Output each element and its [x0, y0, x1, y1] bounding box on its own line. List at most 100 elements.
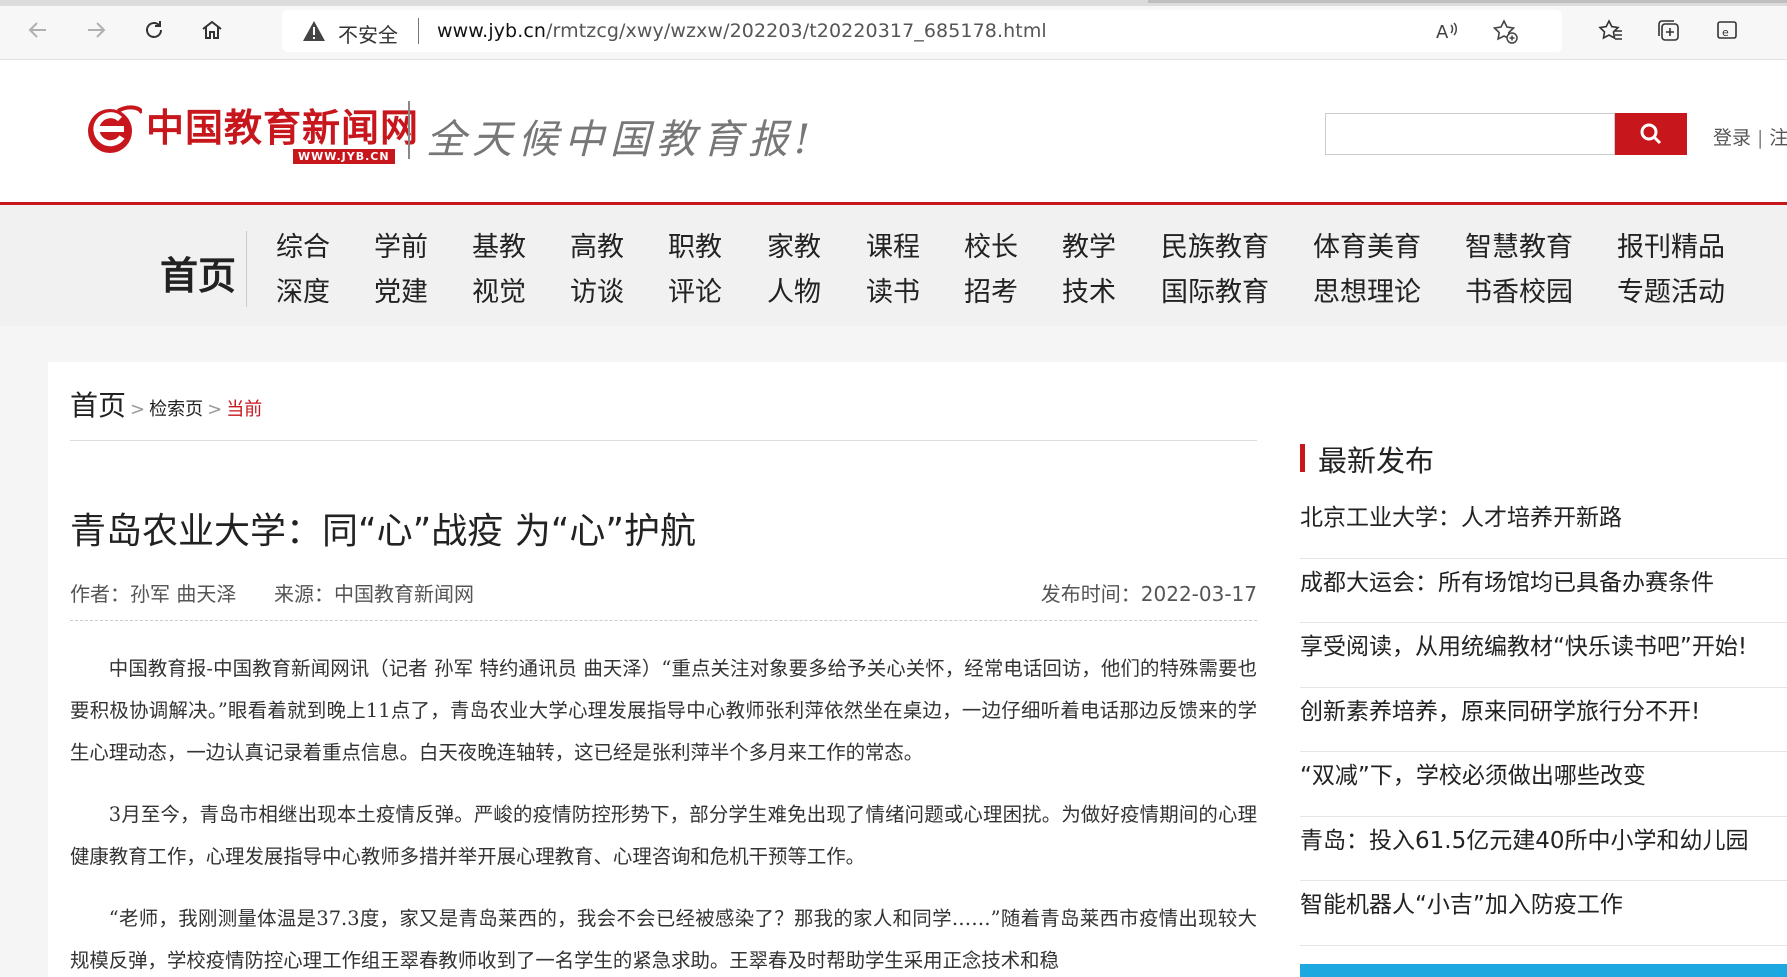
latest-news-item[interactable]: “双减”下，学校必须做出哪些改变	[1300, 752, 1787, 817]
collections-icon[interactable]	[1652, 14, 1686, 48]
nav-item[interactable]: 学前	[374, 225, 428, 270]
site-search-button[interactable]	[1615, 113, 1687, 155]
nav-column: 报刊精品 专题活动	[1617, 225, 1725, 315]
sidebar-banner[interactable]	[1300, 964, 1787, 977]
latest-news-item[interactable]: 北京工业大学：人才培养开新路	[1300, 494, 1787, 559]
article-paragraph: 3月至今，青岛市相继出现本土疫情反弹。严峻的疫情防控形势下，部分学生难免出现了情…	[70, 803, 1257, 868]
url-text[interactable]: www.jyb.cn/rmtzcg/xwy/wzxw/202203/t20220…	[437, 20, 1047, 42]
main-nav: 首页 综合 深度 学前 党建 基教 视觉 高教 访谈 职教 评论 家教 人物 课…	[0, 202, 1787, 326]
logo-name: 中国教育新闻网	[146, 105, 420, 150]
forward-arrow-icon[interactable]	[78, 12, 114, 48]
latest-news-item[interactable]: 智能机器人“小吉”加入防疫工作	[1300, 881, 1787, 946]
logo-domain: WWW.JYB.CN	[293, 149, 395, 164]
url-host: www.jyb.cn	[437, 20, 547, 42]
article-paragraph: “老师，我刚测量体温是37.3度，家又是青岛莱西的，我会不会已经被感染了？那我的…	[70, 907, 1257, 972]
latest-news-list: 北京工业大学：人才培养开新路 成都大运会：所有场馆均已具备办赛条件 享受阅读，从…	[1300, 494, 1787, 946]
nav-item[interactable]: 民族教育	[1161, 225, 1269, 270]
latest-news-item[interactable]: 享受阅读，从用统编教材“快乐读书吧”开始!	[1300, 623, 1787, 688]
nav-item[interactable]: 教学	[1062, 225, 1116, 270]
nav-item[interactable]: 综合	[276, 225, 330, 270]
article-author: 作者：孙军 曲天泽	[70, 582, 237, 606]
breadcrumb-arrow-icon: >	[207, 399, 223, 420]
nav-column: 高教 访谈	[570, 225, 624, 315]
register-link[interactable]: 注	[1769, 127, 1787, 149]
nav-item[interactable]: 课程	[866, 225, 920, 270]
svg-text:e: e	[1722, 26, 1729, 39]
nav-item[interactable]: 智慧教育	[1465, 225, 1573, 270]
breadcrumb-current: 当前	[226, 399, 263, 420]
warning-icon[interactable]	[302, 20, 326, 42]
nav-column: 课程 读书	[866, 225, 920, 315]
nav-item[interactable]: 职教	[668, 225, 722, 270]
nav-item[interactable]: 深度	[276, 270, 330, 315]
ie-mode-icon[interactable]: e	[1710, 14, 1744, 48]
nav-column: 基教 视觉	[472, 225, 526, 315]
nav-item[interactable]: 访谈	[570, 270, 624, 315]
nav-item[interactable]: 思想理论	[1313, 270, 1421, 315]
nav-home[interactable]: 首页	[160, 245, 236, 300]
meta-divider	[70, 620, 1257, 621]
nav-column: 职教 评论	[668, 225, 722, 315]
article-title: 青岛农业大学：同“心”战疫 为“心”护航	[70, 511, 697, 552]
nav-item[interactable]: 党建	[374, 270, 428, 315]
nav-item[interactable]: 高教	[570, 225, 624, 270]
nav-column: 智慧教育 书香校园	[1465, 225, 1573, 315]
article-paragraph: 中国教育报-中国教育新闻网讯（记者 孙军 特约通讯员 曲天泽）“重点关注对象要多…	[70, 657, 1257, 764]
back-arrow-icon[interactable]	[20, 12, 56, 48]
nav-column: 教学 技术	[1062, 225, 1116, 315]
svg-text:A: A	[1436, 22, 1449, 43]
nav-item[interactable]: 校长	[964, 225, 1018, 270]
nav-divider	[246, 231, 247, 307]
site-header: 中国教育新闻网 WWW.JYB.CN 全天候中国教育报! 登录 | 注	[0, 61, 1787, 202]
latest-news-item[interactable]: 成都大运会：所有场馆均已具备办赛条件	[1300, 559, 1787, 623]
logo-divider	[408, 101, 410, 159]
nav-item[interactable]: 读书	[866, 270, 920, 315]
site-logo[interactable]: 中国教育新闻网 WWW.JYB.CN 全天候中国教育报!	[84, 93, 844, 183]
nav-column: 综合 深度	[276, 225, 330, 315]
article-body: 中国教育报-中国教育新闻网讯（记者 孙军 特约通讯员 曲天泽）“重点关注对象要多…	[70, 648, 1257, 977]
nav-item[interactable]: 专题活动	[1617, 270, 1725, 315]
read-aloud-icon[interactable]: A	[1432, 16, 1462, 46]
breadcrumb: 首页 > 检索页 > 当前	[70, 384, 262, 424]
login-links: 登录 | 注	[1713, 123, 1787, 150]
browser-toolbar: 不安全 www.jyb.cn/rmtzcg/xwy/wzxw/202203/t2…	[0, 0, 1787, 60]
nav-column: 家教 人物	[767, 225, 821, 315]
breadcrumb-home[interactable]: 首页	[70, 389, 126, 422]
latest-news-item[interactable]: 创新素养培养，原来同研学旅行分不开!	[1300, 688, 1787, 752]
nav-item[interactable]: 家教	[767, 225, 821, 270]
nav-item[interactable]: 书香校园	[1465, 270, 1573, 315]
article-source: 来源：中国教育新闻网	[274, 582, 474, 606]
nav-item[interactable]: 人物	[767, 270, 821, 315]
tab-strip-edge	[0, 0, 1787, 6]
latest-news-title: 最新发布	[1318, 444, 1435, 478]
nav-item[interactable]: 基教	[472, 225, 526, 270]
nav-item[interactable]: 评论	[668, 270, 722, 315]
article-date: 发布时间：2022-03-17	[1040, 582, 1257, 606]
refresh-icon[interactable]	[136, 12, 172, 48]
address-separator	[418, 18, 419, 44]
nav-item[interactable]: 体育美育	[1313, 225, 1421, 270]
logo-slogan: 全天候中国教育报!	[426, 117, 817, 163]
nav-item[interactable]: 招考	[964, 270, 1018, 315]
nav-item[interactable]: 视觉	[472, 270, 526, 315]
insecure-label[interactable]: 不安全	[338, 19, 398, 48]
latest-accent-bar	[1300, 444, 1305, 472]
login-link[interactable]: 登录	[1713, 127, 1751, 149]
site-search-input[interactable]	[1325, 113, 1615, 155]
latest-news-item[interactable]: 青岛：投入61.5亿元建40所中小学和幼儿园	[1300, 817, 1787, 881]
nav-item[interactable]: 报刊精品	[1617, 225, 1725, 270]
search-icon	[1640, 123, 1662, 145]
breadcrumb-search[interactable]: 检索页	[149, 399, 203, 420]
nav-column: 校长 招考	[964, 225, 1018, 315]
nav-column: 民族教育 国际教育	[1161, 225, 1269, 315]
nav-column: 学前 党建	[374, 225, 428, 315]
nav-item[interactable]: 技术	[1062, 270, 1116, 315]
breadcrumb-arrow-icon: >	[130, 399, 146, 420]
login-separator: |	[1757, 127, 1764, 149]
home-icon[interactable]	[194, 12, 230, 48]
address-bar[interactable]: 不安全 www.jyb.cn/rmtzcg/xwy/wzxw/202203/t2…	[282, 10, 1562, 52]
favorites-icon[interactable]	[1594, 14, 1628, 48]
add-favorite-icon[interactable]	[1490, 16, 1520, 46]
nav-item[interactable]: 国际教育	[1161, 270, 1269, 315]
breadcrumb-divider	[70, 440, 1257, 441]
